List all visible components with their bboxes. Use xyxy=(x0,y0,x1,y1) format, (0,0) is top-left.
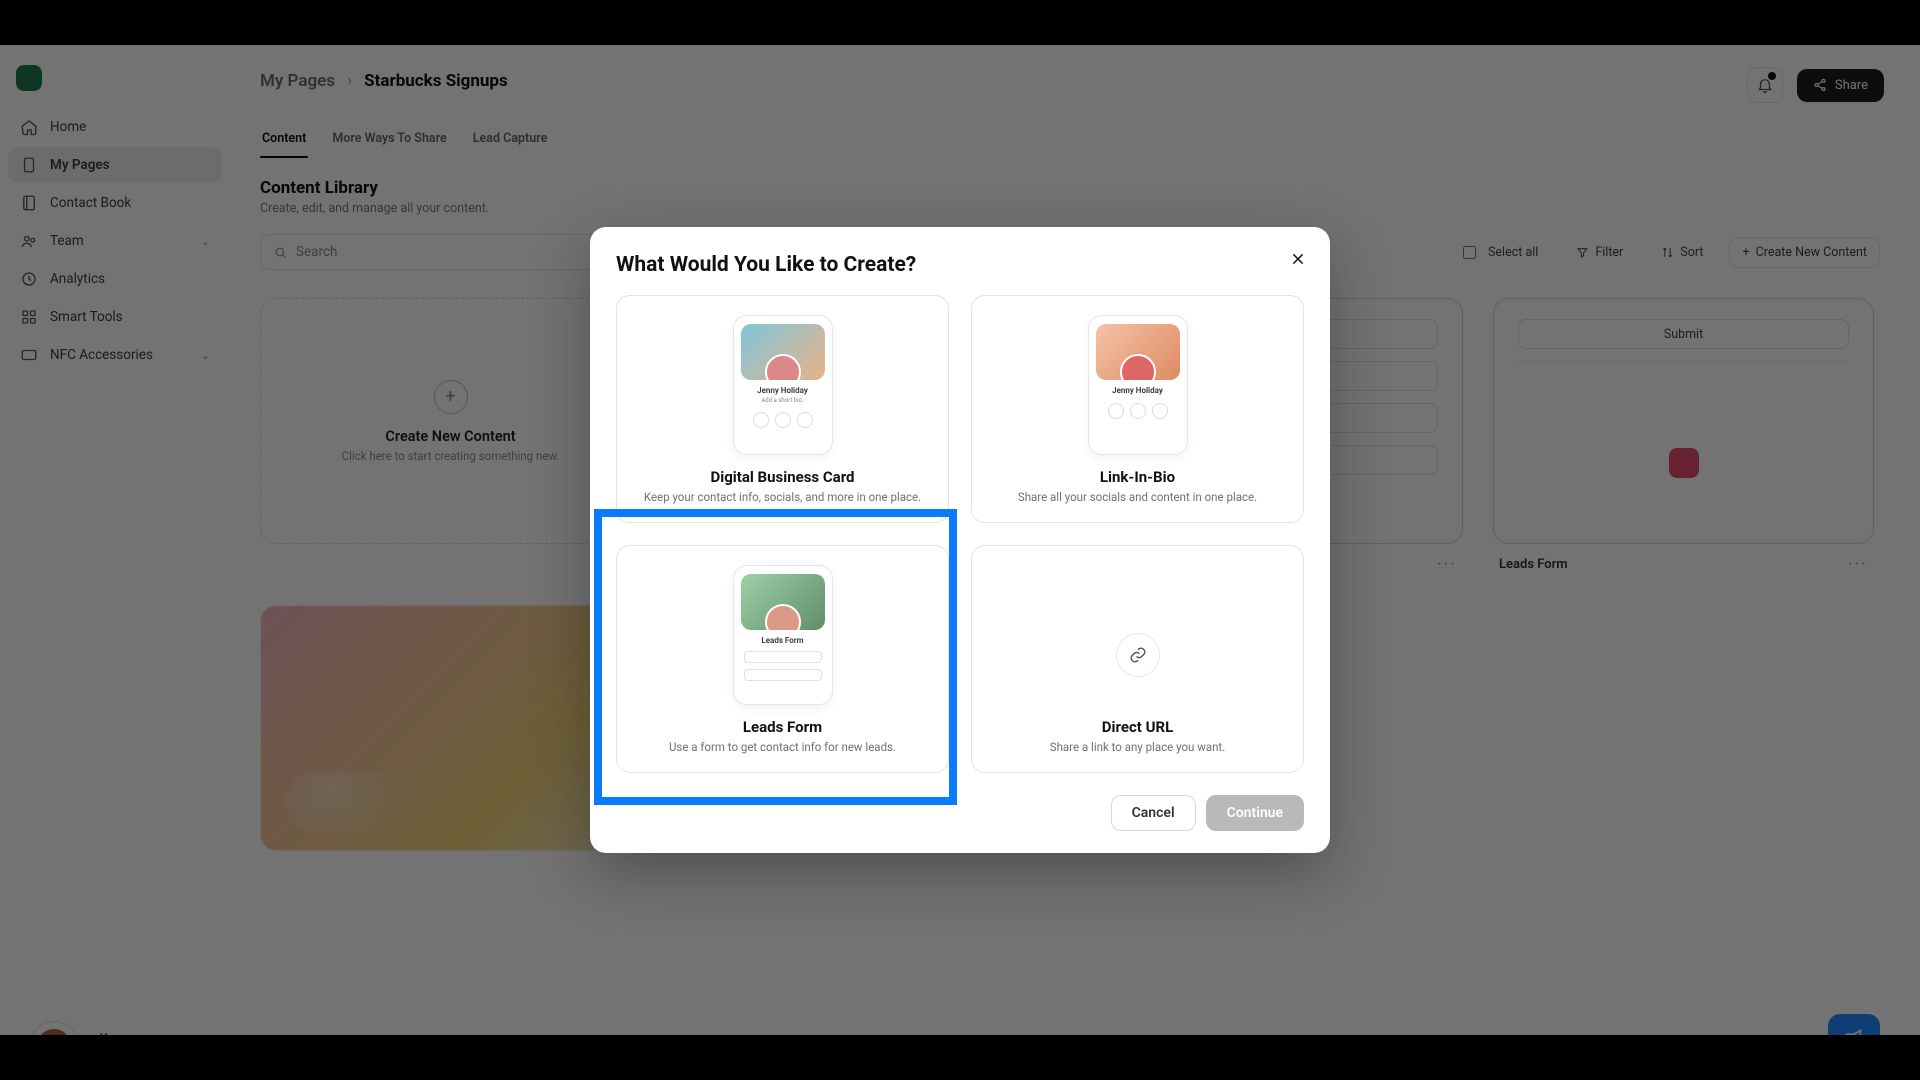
link-icon xyxy=(1116,633,1160,677)
option-direct-url[interactable]: Direct URL Share a link to any place you… xyxy=(971,545,1304,773)
option-sub: Share a link to any place you want. xyxy=(984,740,1291,754)
continue-button[interactable]: Continue xyxy=(1206,795,1304,831)
option-title: Leads Form xyxy=(629,718,936,736)
option-leads-form[interactable]: Leads Form Leads Form Use a form to get … xyxy=(616,545,949,773)
option-sub: Keep your contact info, socials, and mor… xyxy=(629,490,936,504)
option-digital-business-card[interactable]: Jenny Holiday Add a short bio. Digital B… xyxy=(616,295,949,523)
option-link-in-bio[interactable]: Jenny Holiday Link-In-Bio Share all your… xyxy=(971,295,1304,523)
create-modal: What Would You Like to Create? Jenny Hol… xyxy=(590,227,1330,853)
option-title: Link-In-Bio xyxy=(984,468,1291,486)
option-sub: Use a form to get contact info for new l… xyxy=(629,740,936,754)
phone-preview: Jenny Holiday Add a short bio. xyxy=(733,315,833,455)
modal-title: What Would You Like to Create? xyxy=(616,253,1304,277)
cancel-button[interactable]: Cancel xyxy=(1111,795,1196,831)
phone-name: Jenny Holiday xyxy=(757,386,808,395)
phone-preview: Leads Form xyxy=(733,565,833,705)
option-title: Direct URL xyxy=(984,718,1291,736)
option-title: Digital Business Card xyxy=(629,468,936,486)
phone-name: Jenny Holiday xyxy=(1112,386,1163,395)
phone-preview: Jenny Holiday xyxy=(1088,315,1188,455)
phone-caption: Leads Form xyxy=(761,636,803,645)
option-sub: Share all your socials and content in on… xyxy=(984,490,1291,504)
close-button[interactable] xyxy=(1284,245,1312,273)
close-icon xyxy=(1290,251,1306,267)
